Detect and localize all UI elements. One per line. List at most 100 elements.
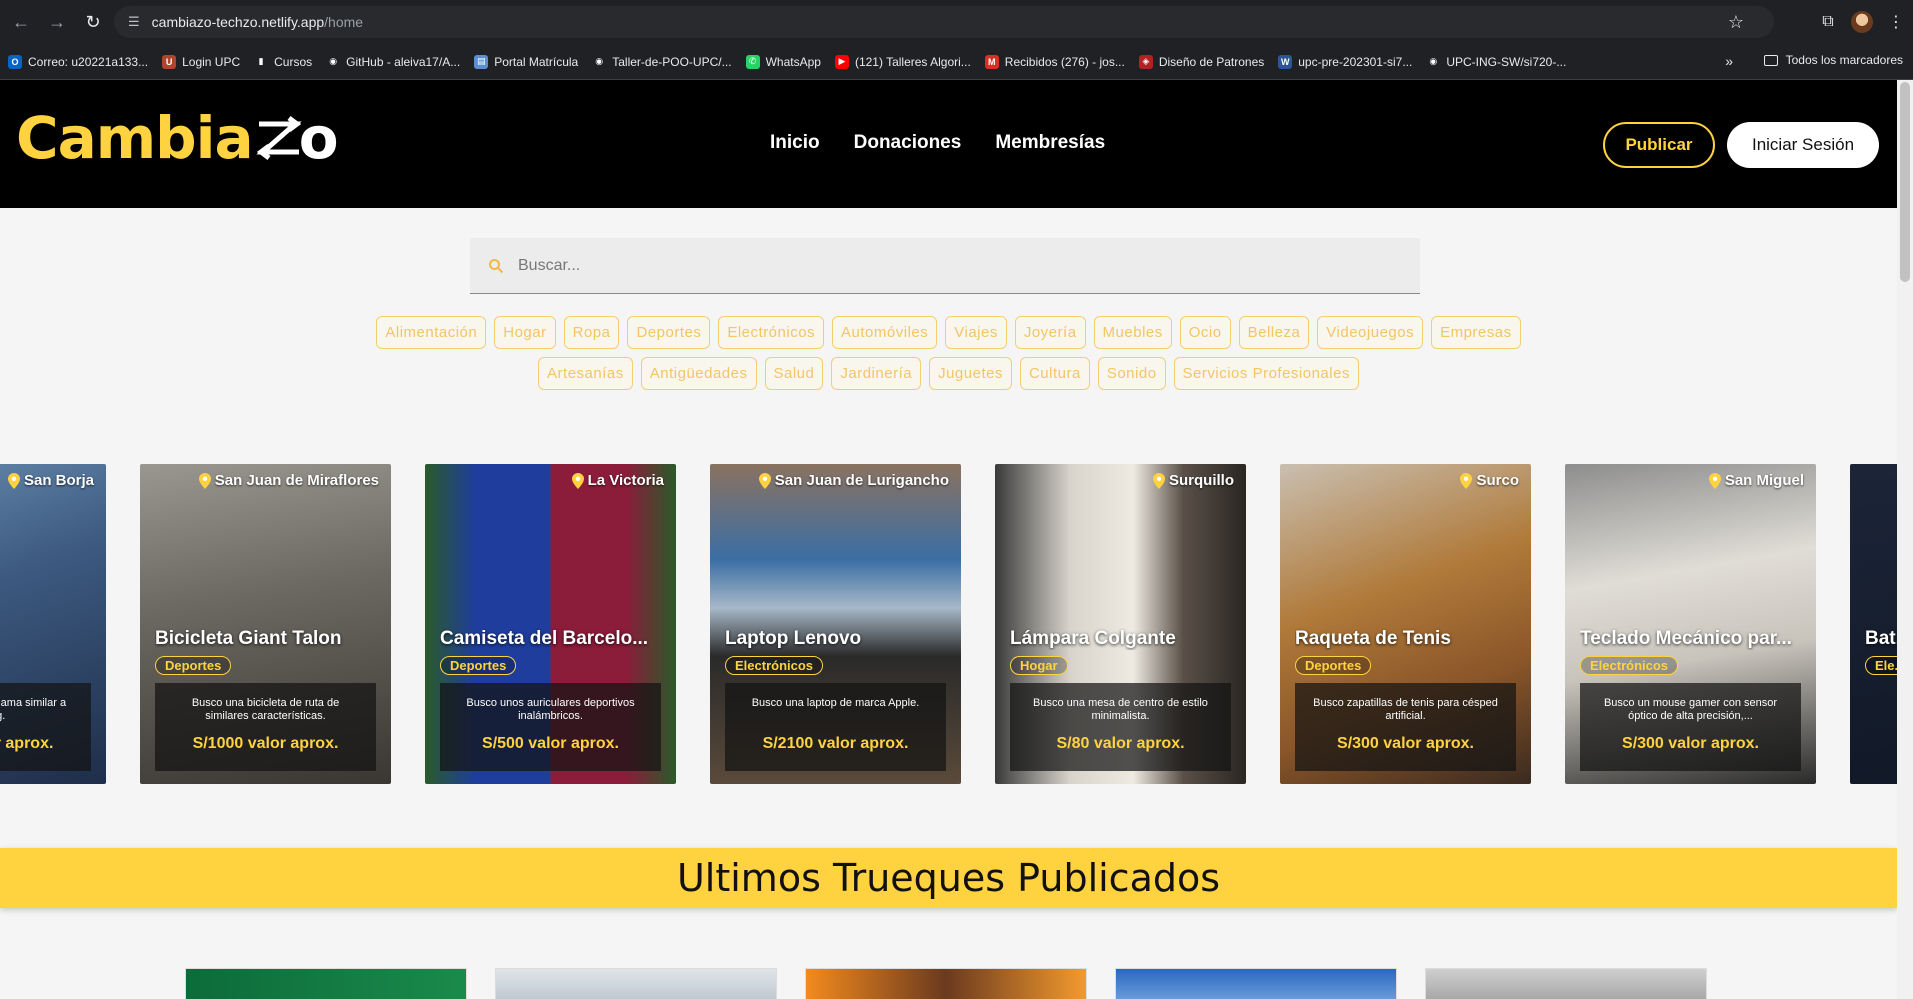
- product-card[interactable]: Bat... Ele...: [1850, 464, 1897, 784]
- bookmark-item[interactable]: ▮ Cursos: [254, 54, 312, 69]
- back-icon[interactable]: ←: [6, 7, 36, 37]
- bookmark-item[interactable]: M Recibidos (276) - jos...: [984, 54, 1125, 69]
- site-header: Cambia o Inicio Donaciones Membresías Pu…: [0, 80, 1897, 208]
- more-bookmarks-icon[interactable]: »: [1725, 53, 1733, 69]
- product-wish-description: Busco unos auriculares deportivos inalám…: [466, 697, 635, 722]
- category-chip[interactable]: Juguetes: [929, 357, 1012, 390]
- bookmark-item[interactable]: U Login UPC: [162, 54, 240, 69]
- bookmark-item[interactable]: ▤ Portal Matrícula: [474, 54, 578, 69]
- product-wish-description: Busco un mouse gamer con sensor óptico d…: [1603, 697, 1778, 722]
- category-chip[interactable]: Artesanías: [538, 357, 633, 390]
- product-location: Surco: [1460, 472, 1519, 489]
- recent-card[interactable]: [1115, 968, 1397, 999]
- category-chip[interactable]: Ropa: [563, 316, 620, 349]
- products-carousel: San Borja Xiaomi... Deportes Busco un celul…: [0, 464, 1897, 784]
- logo[interactable]: Cambia o: [16, 104, 339, 172]
- publish-button[interactable]: Publicar: [1603, 122, 1715, 168]
- bookmark-item[interactable]: ◉ GitHub - aleiva17/A...: [326, 54, 460, 69]
- category-chip[interactable]: Salud: [764, 357, 824, 390]
- bookmark-item[interactable]: ◉ Taller-de-POO-UPC/...: [592, 54, 732, 69]
- category-chip[interactable]: Sonido: [1097, 357, 1166, 390]
- bookmark-favicon-icon: ◉: [1426, 54, 1441, 69]
- address-bar[interactable]: ☰ cambiazo-techzo.netlify.app /home ☆: [114, 6, 1774, 38]
- product-price: S/80 valor aprox.: [1056, 735, 1185, 752]
- bookmark-favicon-icon: W: [1278, 54, 1293, 69]
- category-chip[interactable]: Hogar: [494, 316, 556, 349]
- recent-card[interactable]: [185, 968, 467, 999]
- category-chip[interactable]: Alimentación: [376, 316, 487, 349]
- url-path: /home: [324, 14, 364, 30]
- category-chip[interactable]: Servicios Profesionales: [1173, 357, 1359, 390]
- category-chip[interactable]: Empresas: [1431, 316, 1521, 349]
- bookmark-item[interactable]: ◈ Diseño de Patrones: [1138, 54, 1265, 69]
- category-chip[interactable]: Automóviles: [832, 316, 938, 349]
- product-title: Laptop Lenovo: [725, 628, 862, 649]
- recent-card[interactable]: [495, 968, 777, 999]
- product-info-box: Busco un celular de gama similar a Samsu…: [0, 683, 91, 771]
- recent-card[interactable]: [1425, 968, 1707, 999]
- bookmark-favicon-icon: ◉: [592, 54, 607, 69]
- recent-card[interactable]: [805, 968, 1087, 999]
- category-chip[interactable]: Videojuegos: [1317, 316, 1424, 349]
- product-category-badge: Deportes: [1295, 656, 1372, 675]
- category-chip[interactable]: Electrónicos: [718, 316, 825, 349]
- category-chip[interactable]: Belleza: [1238, 316, 1310, 349]
- product-card[interactable]: San Juan de Lurigancho Laptop Lenovo Elect…: [710, 464, 961, 784]
- reload-icon[interactable]: ↻: [78, 7, 108, 37]
- location-pin-icon: [571, 472, 584, 489]
- nav-membresias[interactable]: Membresías: [995, 132, 1105, 154]
- product-title: Bicicleta Giant Talon: [155, 628, 342, 649]
- category-chip[interactable]: Ocio: [1179, 316, 1231, 349]
- product-card[interactable]: Surquillo Lámpara Colgante Hogar Busco una …: [995, 464, 1246, 784]
- all-bookmarks-button[interactable]: Todos los marcadores: [1763, 53, 1903, 67]
- login-button[interactable]: Iniciar Sesión: [1727, 122, 1879, 168]
- category-chip[interactable]: Cultura: [1019, 357, 1090, 390]
- all-bookmarks-label: Todos los marcadores: [1785, 53, 1903, 67]
- product-location: San Miguel: [1708, 472, 1804, 489]
- bookmark-item[interactable]: ▶ (121) Talleres Algori...: [834, 54, 971, 69]
- nav-donaciones[interactable]: Donaciones: [854, 132, 962, 154]
- product-info-box: Busco una laptop de marca Apple. S/2100 v…: [725, 683, 946, 771]
- forward-icon[interactable]: →: [42, 7, 72, 37]
- nav-inicio[interactable]: Inicio: [770, 132, 820, 154]
- product-card[interactable]: San BorjaXiaomi...DeportesBusco un celul…: [0, 464, 106, 784]
- category-chip[interactable]: Viajes: [945, 316, 1007, 349]
- search-input[interactable]: [518, 256, 1398, 275]
- logo-tail: o: [298, 104, 339, 172]
- product-card[interactable]: La Victoria Camiseta del Barcelo... Deport…: [425, 464, 676, 784]
- product-card[interactable]: Surco Raqueta de Tenis Deportes Busco zapat…: [1280, 464, 1531, 784]
- menu-kebab-icon[interactable]: ⋮: [1879, 6, 1913, 38]
- bookmark-label: (121) Talleres Algori...: [854, 54, 971, 69]
- product-card[interactable]: San Juan de Miraflores Bicicleta Giant Ta…: [140, 464, 391, 784]
- category-chip[interactable]: Joyería: [1014, 316, 1086, 349]
- bookmark-label: Diseño de Patrones: [1158, 54, 1265, 69]
- site-info-icon[interactable]: ☰: [128, 14, 140, 30]
- search-icon: [489, 258, 504, 273]
- bookmark-item[interactable]: O Correo: u20221a133...: [8, 54, 148, 69]
- category-chip[interactable]: Jardinería: [831, 357, 922, 390]
- bookmark-star-icon[interactable]: ☆: [1728, 12, 1744, 33]
- category-chip[interactable]: Muebles: [1093, 316, 1172, 349]
- product-location: San Juan de Lurigancho: [758, 472, 949, 489]
- bookmark-favicon-icon: M: [984, 54, 999, 69]
- page-scrollbar[interactable]: [1897, 80, 1913, 999]
- bookmark-item[interactable]: ✆ WhatsApp: [745, 54, 821, 69]
- bookmark-item[interactable]: ◉ UPC-ING-SW/si720-...: [1426, 54, 1566, 69]
- product-title: Lámpara Colgante: [1010, 628, 1176, 649]
- search-bar[interactable]: [470, 238, 1420, 294]
- category-chip[interactable]: Deportes: [627, 316, 711, 349]
- bookmark-item[interactable]: Wupc-pre-202301-si7...: [1278, 54, 1412, 69]
- product-title: Bat...: [1865, 628, 1897, 649]
- extensions-icon[interactable]: ⧉: [1811, 6, 1845, 38]
- product-wish-description: Busco una mesa de centro de estilo minim…: [1033, 697, 1208, 722]
- product-title: Teclado Mecánico par...: [1580, 628, 1792, 649]
- category-chip[interactable]: Antigüedades: [640, 357, 757, 390]
- category-row-1: Alimentación Hogar Ropa Deportes Electrónico…: [0, 316, 1897, 349]
- product-card[interactable]: San Miguel Teclado Mecánico par... Electró…: [1565, 464, 1816, 784]
- bookmark-favicon-icon: ▮: [254, 54, 269, 69]
- bookmark-label: Taller-de-POO-UPC/...: [612, 54, 732, 69]
- location-label: San Borja: [23, 472, 94, 489]
- bookmark-favicon-icon: ◈: [1138, 54, 1153, 69]
- product-info-box: Busco una bicicleta de ruta de similares…: [155, 683, 376, 771]
- profile-avatar[interactable]: [1845, 6, 1879, 38]
